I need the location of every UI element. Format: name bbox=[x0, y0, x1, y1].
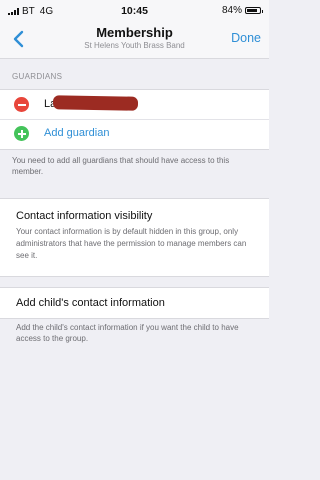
contact-visibility-card[interactable]: Contact information visibility Your cont… bbox=[0, 198, 269, 277]
guardians-section-header: GUARDIANS bbox=[12, 72, 63, 81]
battery-percent: 84% bbox=[221, 5, 242, 16]
battery-icon bbox=[245, 7, 263, 14]
guardians-list: La Add guardian bbox=[0, 89, 269, 150]
contact-visibility-description: Your contact information is by default h… bbox=[16, 227, 247, 260]
status-bar: BT 4G 10:45 84% bbox=[0, 0, 269, 22]
guardian-row[interactable]: La bbox=[0, 90, 269, 120]
add-guardian-button[interactable]: Add guardian bbox=[44, 127, 109, 139]
redaction-mark bbox=[52, 95, 139, 111]
page-title: Membership bbox=[96, 25, 173, 40]
guardians-helper-text: You need to add all guardians that shoul… bbox=[12, 156, 230, 176]
done-button[interactable]: Done bbox=[231, 31, 261, 45]
status-right: 84% bbox=[221, 5, 263, 16]
contact-visibility-title: Contact information visibility bbox=[16, 210, 153, 222]
add-guardian-row[interactable]: Add guardian bbox=[0, 119, 269, 148]
remove-guardian-icon[interactable] bbox=[14, 97, 29, 112]
add-child-contact-row[interactable]: Add child's contact information bbox=[0, 287, 269, 319]
child-contact-helper-text: Add the child's contact information if y… bbox=[16, 323, 239, 343]
page-subtitle: St Helens Youth Brass Band bbox=[84, 41, 185, 50]
add-guardian-icon[interactable] bbox=[14, 126, 29, 141]
add-child-contact-title[interactable]: Add child's contact information bbox=[16, 297, 165, 309]
nav-bar: Membership St Helens Youth Brass Band Do… bbox=[0, 22, 269, 59]
battery-fill bbox=[247, 9, 258, 12]
